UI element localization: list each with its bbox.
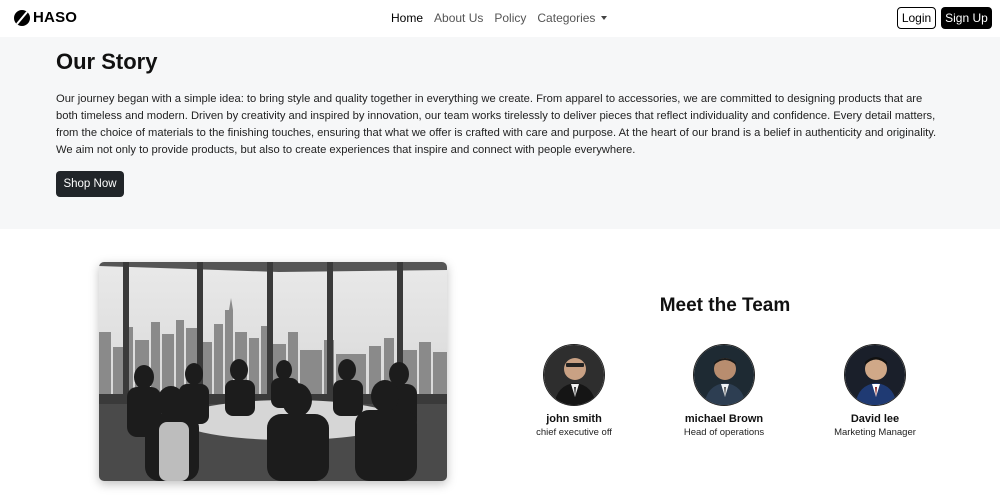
- team-member-card: michael Brown Head of operations: [659, 344, 789, 438]
- story-title: Our Story: [56, 49, 158, 74]
- member-role: Head of operations: [683, 427, 765, 438]
- story-paragraph: Our journey began with a simple idea: to…: [56, 93, 937, 156]
- our-story-section: Our Story Our journey began with a simpl…: [0, 37, 1000, 229]
- nav-menu: Home About Us Policy Categories: [391, 11, 618, 25]
- nav-item-policy[interactable]: Policy: [494, 11, 526, 25]
- chevron-down-icon: [601, 16, 608, 20]
- meet-the-team-title: Meet the Team: [659, 295, 791, 316]
- nav-item-categories[interactable]: Categories: [537, 11, 608, 25]
- avatar: [693, 344, 755, 406]
- member-name: john smith: [546, 413, 602, 425]
- team-member-card: David lee Marketing Manager: [810, 344, 940, 438]
- member-role: Marketing Manager: [834, 427, 916, 438]
- member-role: chief executive off: [536, 427, 612, 438]
- team-member-card: john smith chief executive off: [509, 344, 639, 438]
- nav-item-categories-label: Categories: [537, 11, 596, 25]
- navbar: HASO Home About Us Policy Categories Log…: [0, 0, 1000, 37]
- avatar: [844, 344, 906, 406]
- avatar: [543, 344, 605, 406]
- team-meeting-image: [99, 262, 447, 481]
- brand-link[interactable]: HASO: [14, 9, 77, 26]
- brand-name: HASO: [33, 9, 78, 26]
- shop-now-button[interactable]: Shop Now: [56, 171, 124, 197]
- login-button[interactable]: Login: [897, 7, 936, 29]
- signup-button[interactable]: Sign Up: [941, 7, 992, 29]
- member-name: michael Brown: [684, 413, 764, 425]
- member-name: David lee: [850, 413, 900, 425]
- nav-item-home[interactable]: Home: [391, 11, 423, 25]
- brand-logo-icon: [14, 9, 30, 26]
- nav-item-about-us[interactable]: About Us: [434, 11, 483, 25]
